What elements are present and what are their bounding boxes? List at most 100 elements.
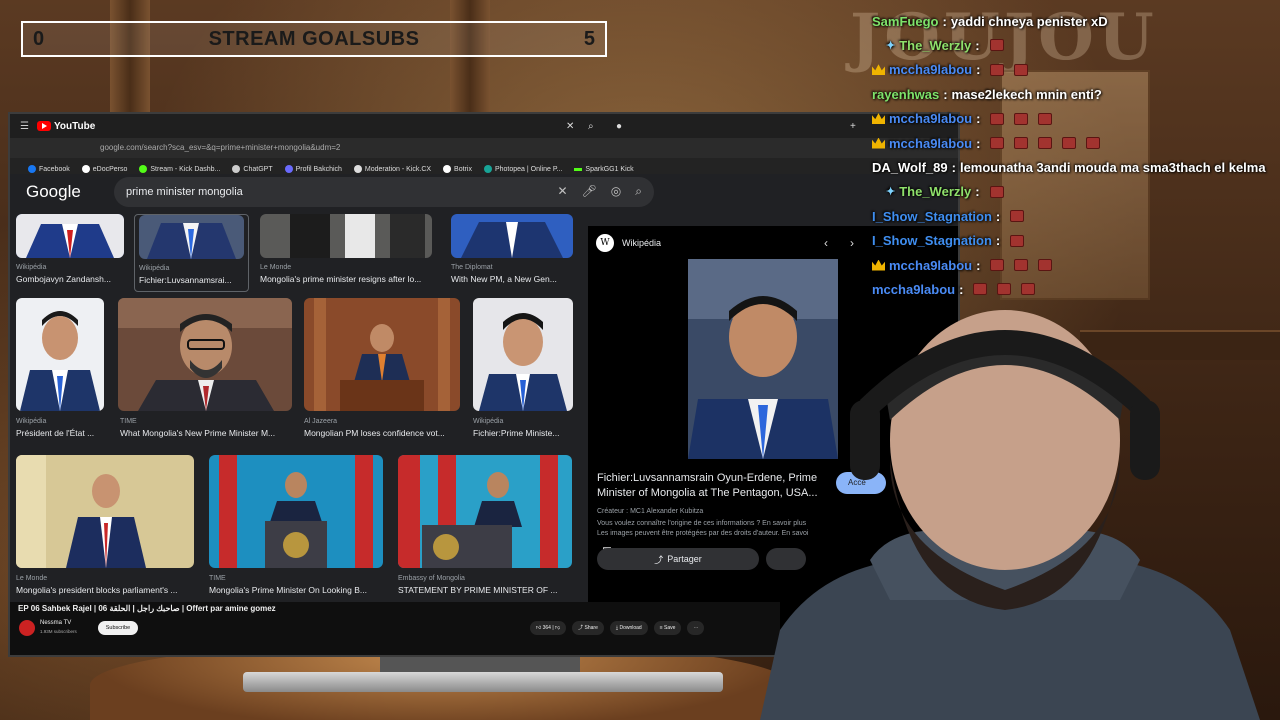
stream-goal-bar: 0 STREAM GOALSUBS 5 — [21, 21, 607, 57]
image-result[interactable]: Le Monde Mongolia's prime minister resig… — [260, 214, 440, 286]
chat-separator: : — [976, 111, 981, 127]
bookmark-item[interactable]: Moderation - Kick.CX — [353, 165, 431, 173]
youtube-logo-icon — [36, 121, 51, 131]
channel-avatar[interactable] — [19, 620, 35, 636]
preview-nav: ‹ › — [824, 236, 854, 250]
emote-icon — [990, 259, 1005, 271]
chat-username[interactable]: mccha9labou — [889, 62, 972, 77]
new-tab-icon[interactable]: + — [850, 121, 856, 132]
goal-start: 0 — [33, 27, 45, 50]
emote-icon — [1021, 283, 1036, 296]
chat-separator: : — [995, 233, 1001, 249]
image-result[interactable]: Al Jazeera Mongolian PM loses confidence… — [304, 298, 464, 440]
google-logo[interactable]: Google — [26, 182, 81, 202]
image-result[interactable]: TIME Mongolia's Prime Minister On Lookin… — [209, 455, 387, 597]
address-bar[interactable]: google.com/search?sca_esv=&q=prime+minis… — [10, 138, 958, 158]
chat-separator: : — [951, 159, 956, 175]
bookmark-item[interactable]: Facebook — [28, 165, 70, 173]
like-button[interactable]: 👍︎ 364 | 👎︎ — [530, 621, 567, 635]
result-thumbnail — [473, 298, 573, 411]
facebook-icon — [28, 165, 36, 173]
background-pillar — [110, 0, 150, 120]
like-count: 364 — [542, 625, 551, 631]
chat-username[interactable]: DA_Wolf_89 — [872, 160, 948, 175]
image-result[interactable]: Wikipédia Gombojavyn Zandansh... — [16, 214, 126, 286]
chat-username[interactable]: SamFuego — [872, 14, 938, 29]
chat-message: mccha9labou: — [872, 59, 1029, 81]
chat-separator: : — [943, 86, 948, 102]
bookmark-item[interactable]: SparkGG1 Kick — [574, 166, 634, 173]
bookmark-item[interactable]: ChatGPT — [232, 165, 273, 173]
result-caption: With New PM, a New Gen... — [451, 274, 557, 284]
bookmark-item[interactable]: Stream - Kick Dashb... — [139, 165, 220, 173]
search-icon[interactable]: ⌕ — [635, 184, 642, 199]
result-source: TIME — [209, 575, 226, 582]
chat-username[interactable]: I_Show_Stagnation — [872, 209, 992, 224]
chat-username[interactable]: mccha9labou — [889, 111, 972, 126]
image-result[interactable]: Wikipédia Président de l'État ... — [16, 298, 108, 440]
mic-tab-icon[interactable]: ● — [616, 121, 622, 132]
preview-source[interactable]: Wikipédia — [622, 238, 661, 248]
image-result[interactable]: The Diplomat With New PM, a New Gen... — [451, 214, 576, 286]
result-caption: Président de l'État ... — [16, 428, 95, 438]
wikipedia-icon: W — [596, 234, 614, 252]
search-tab-icon[interactable]: ⌕ — [588, 121, 594, 132]
result-thumbnail — [139, 215, 244, 259]
result-source: Le Monde — [260, 264, 292, 271]
channel-name[interactable]: Nessma TV — [40, 620, 71, 626]
share-button[interactable]: ⤴ Partager — [597, 548, 759, 570]
download-button[interactable]: ⤓ Download — [609, 621, 648, 635]
menu-icon[interactable]: ☰ — [20, 121, 29, 132]
lens-icon[interactable]: ◎ — [611, 184, 621, 199]
result-thumbnail — [118, 298, 292, 411]
webcam-feed — [740, 300, 1280, 720]
browser-tab-bar: ☰ YouTube ✕ ⌕ ● + — [10, 114, 958, 138]
subscribe-button[interactable]: Subscribe — [98, 621, 138, 635]
tab-youtube[interactable]: YouTube — [36, 121, 95, 132]
photopea-icon — [483, 165, 492, 173]
close-tab-icon[interactable]: ✕ — [566, 121, 574, 132]
image-results-grid: Wikipédia Gombojavyn Zandansh... Wikipéd… — [10, 214, 588, 604]
emote-icon — [1062, 137, 1077, 149]
result-caption: Mongolia's Prime Minister On Looking B..… — [209, 585, 367, 595]
chevron-right-icon[interactable]: › — [850, 236, 854, 250]
chat-username[interactable]: The_Werzly — [899, 184, 971, 199]
image-result[interactable]: Le Monde Mongolia's president blocks par… — [16, 455, 198, 597]
chat-message: mccha9labou: — [872, 108, 1053, 130]
image-result[interactable]: TIME What Mongolia's New Prime Minister … — [118, 298, 293, 440]
emote-icon — [990, 63, 1005, 76]
result-caption: Mongolia's president blocks parliament's… — [16, 585, 178, 595]
more-icon[interactable]: ⋯ — [687, 621, 705, 635]
emote-icon — [989, 185, 1004, 198]
bookmark-item[interactable]: Botrix — [443, 165, 472, 173]
chat-separator: : — [976, 257, 981, 273]
share-icon: ⤴ — [654, 554, 664, 565]
bookmark-item[interactable]: eDocPerso — [81, 165, 127, 173]
chat-username[interactable]: mccha9labou — [889, 258, 972, 273]
video-actions: 👍︎ 364 | 👎︎ ⤴ Share ⤓ Download ≡ Save ⋯ — [530, 621, 705, 635]
image-result-selected[interactable]: Wikipédia Fichier:Luvsannamsrai... — [134, 214, 249, 292]
bookmark-item[interactable]: Profil Bakchich — [284, 165, 342, 173]
chat-username[interactable]: mccha9labou — [872, 282, 955, 297]
bookmark-item[interactable]: Photopea | Online P... — [483, 165, 562, 173]
chat-username[interactable]: rayenhwas — [872, 87, 939, 102]
result-caption: Gombojavyn Zandansh... — [16, 274, 111, 284]
chat-username[interactable]: mccha9labou — [889, 136, 972, 151]
emote-icon — [1014, 259, 1029, 271]
chevron-left-icon[interactable]: ‹ — [824, 236, 828, 250]
search-input[interactable]: prime minister mongolia ✕ 🎤︎ ◎ ⌕ — [114, 177, 654, 207]
mic-icon[interactable]: 🎤︎ — [582, 184, 597, 199]
clear-icon[interactable]: ✕ — [557, 184, 567, 199]
image-result[interactable]: Wikipédia Fichier:Prime Ministe... — [473, 298, 578, 440]
emote-icon — [997, 283, 1012, 296]
chat-username[interactable]: The_Werzly — [899, 38, 971, 53]
chat-separator: : — [975, 184, 980, 200]
image-result[interactable]: Embassy of Mongolia STATEMENT BY PRIME M… — [398, 455, 578, 597]
chat-username[interactable]: I_Show_Stagnation — [872, 233, 992, 248]
result-thumbnail — [451, 214, 573, 258]
save-button[interactable]: ≡ Save — [653, 621, 682, 635]
crown-badge-icon — [872, 259, 885, 271]
kick-icon — [574, 167, 583, 171]
chat-message: I_Show_Stagnation: — [872, 230, 1025, 252]
share-button[interactable]: ⤴ Share — [572, 621, 604, 635]
